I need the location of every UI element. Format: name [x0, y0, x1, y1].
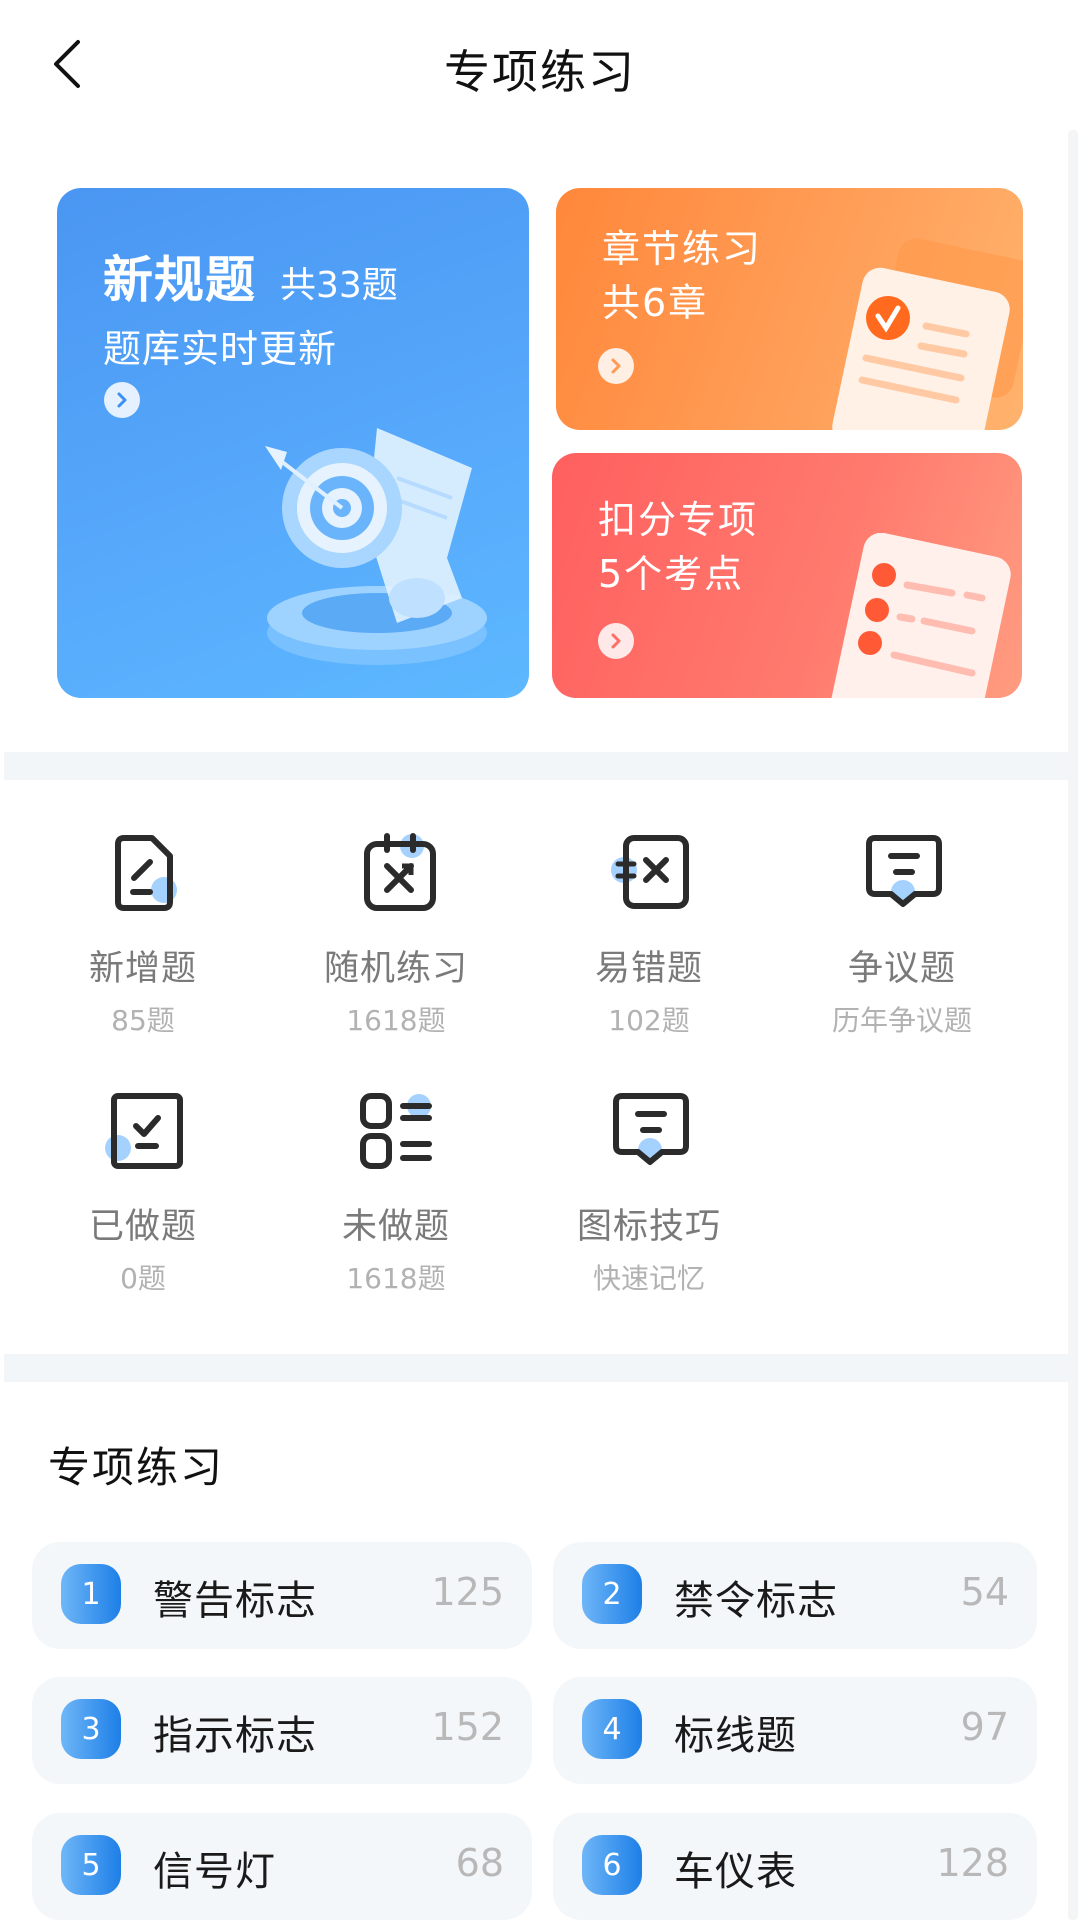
- topic-label: 警告标志: [153, 1578, 317, 1624]
- deduction-special-arrow-button[interactable]: [598, 623, 634, 659]
- chapter-practice-arrow-button[interactable]: [598, 348, 634, 384]
- topic-number-badge: 1: [61, 1564, 121, 1624]
- deduction-special-title: 扣分专项: [598, 498, 759, 542]
- deduction-special-card[interactable]: 扣分专项 5个考点: [552, 453, 1022, 698]
- topic-item-indication-signs[interactable]: 3 指示标志 152: [32, 1677, 532, 1784]
- topic-number-badge: 3: [61, 1699, 121, 1759]
- document-edit-icon: [115, 835, 177, 911]
- quiz-options-illustration: [831, 533, 1011, 698]
- topic-number-badge: 5: [61, 1835, 121, 1895]
- new-rules-heading: 新规题 共33题: [103, 240, 398, 312]
- topic-label: 信号灯: [153, 1849, 276, 1895]
- page-title: 专项练习: [444, 45, 636, 99]
- grid-item-controversial[interactable]: 争议题 历年争议题: [777, 832, 1027, 1037]
- chevron-right-icon: [611, 358, 621, 374]
- topic-label: 车仪表: [674, 1849, 797, 1895]
- new-rules-card[interactable]: 新规题 共33题 题库实时更新: [57, 188, 529, 698]
- grid-label: 图标技巧: [576, 1207, 721, 1247]
- topic-number-badge: 6: [582, 1835, 642, 1895]
- calendar-shuffle-icon: [364, 833, 436, 911]
- grid-item-sign-tips[interactable]: 图标技巧 快速记忆: [524, 1090, 774, 1295]
- chapter-practice-title: 章节练习: [602, 227, 763, 271]
- new-rules-arrow-button[interactable]: [104, 382, 140, 418]
- section-title: 专项练习: [48, 1443, 225, 1492]
- section-divider: [4, 1354, 1068, 1382]
- topic-label: 指示标志: [153, 1713, 317, 1759]
- grid-item-new-questions[interactable]: 新增题 85题: [18, 832, 268, 1037]
- topic-item-road-markings[interactable]: 4 标线题 97: [553, 1677, 1037, 1784]
- topic-count: 125: [431, 1570, 504, 1614]
- grid-label: 未做题: [341, 1207, 450, 1247]
- grid-sub: 1618题: [346, 1262, 446, 1295]
- topic-number-badge: 4: [582, 1699, 642, 1759]
- topic-label: 禁令标志: [674, 1578, 838, 1624]
- topic-count: 54: [960, 1570, 1009, 1614]
- grid-label: 已做题: [88, 1207, 197, 1247]
- topic-label: 标线题: [674, 1713, 797, 1759]
- message-box-icon: [613, 1093, 689, 1165]
- grid-sub: 1618题: [346, 1004, 446, 1037]
- certificate-illustration: [832, 238, 1023, 430]
- grid-item-error-prone[interactable]: 易错题 102题: [524, 832, 774, 1037]
- message-box-icon: [866, 835, 942, 907]
- target-document-illustration: [265, 428, 487, 665]
- grid-sub: 0题: [120, 1262, 166, 1295]
- chapter-practice-count: 共6章: [602, 281, 709, 325]
- grid-label: 随机练习: [323, 949, 468, 989]
- grid-item-done[interactable]: 已做题 0题: [18, 1090, 268, 1295]
- new-rules-subtitle: 题库实时更新: [103, 327, 338, 371]
- topic-number-badge: 2: [582, 1564, 642, 1624]
- grid-sub: 快速记忆: [592, 1262, 705, 1295]
- grid-label: 争议题: [847, 949, 956, 989]
- topic-count: 68: [455, 1841, 504, 1885]
- topic-count: 97: [960, 1705, 1009, 1749]
- list-grid-icon: [360, 1093, 432, 1169]
- grid-label: 易错题: [594, 949, 703, 989]
- grid-sub: 85题: [111, 1004, 175, 1037]
- topic-item-traffic-lights[interactable]: 5 信号灯 68: [32, 1813, 532, 1920]
- new-rules-count: 共33题: [280, 265, 398, 306]
- deduction-special-count: 5个考点: [598, 552, 745, 596]
- topic-item-dashboard[interactable]: 6 车仪表 128: [553, 1813, 1037, 1920]
- checklist-done-icon: [105, 1093, 183, 1169]
- grid-sub: 历年争议题: [831, 1004, 972, 1037]
- notebook-x-icon: [611, 835, 689, 909]
- topic-count: 152: [431, 1705, 504, 1749]
- new-rules-title: 新规题: [103, 251, 256, 309]
- topic-item-prohibition-signs[interactable]: 2 禁令标志 54: [553, 1542, 1037, 1649]
- grid-sub: 102题: [608, 1004, 690, 1037]
- header: 专项练习: [0, 0, 1080, 130]
- section-divider: [4, 752, 1068, 780]
- grid-label: 新增题: [88, 949, 197, 989]
- grid-item-not-done[interactable]: 未做题 1618题: [271, 1090, 521, 1295]
- chevron-right-icon: [611, 633, 621, 649]
- chevron-right-icon: [117, 392, 127, 408]
- scrollbar[interactable]: [1068, 130, 1078, 1920]
- topic-count: 128: [936, 1841, 1009, 1885]
- grid-item-random-practice[interactable]: 随机练习 1618题: [271, 832, 521, 1037]
- chapter-practice-card[interactable]: 章节练习 共6章: [556, 188, 1023, 430]
- topic-item-warning-signs[interactable]: 1 警告标志 125: [32, 1542, 532, 1649]
